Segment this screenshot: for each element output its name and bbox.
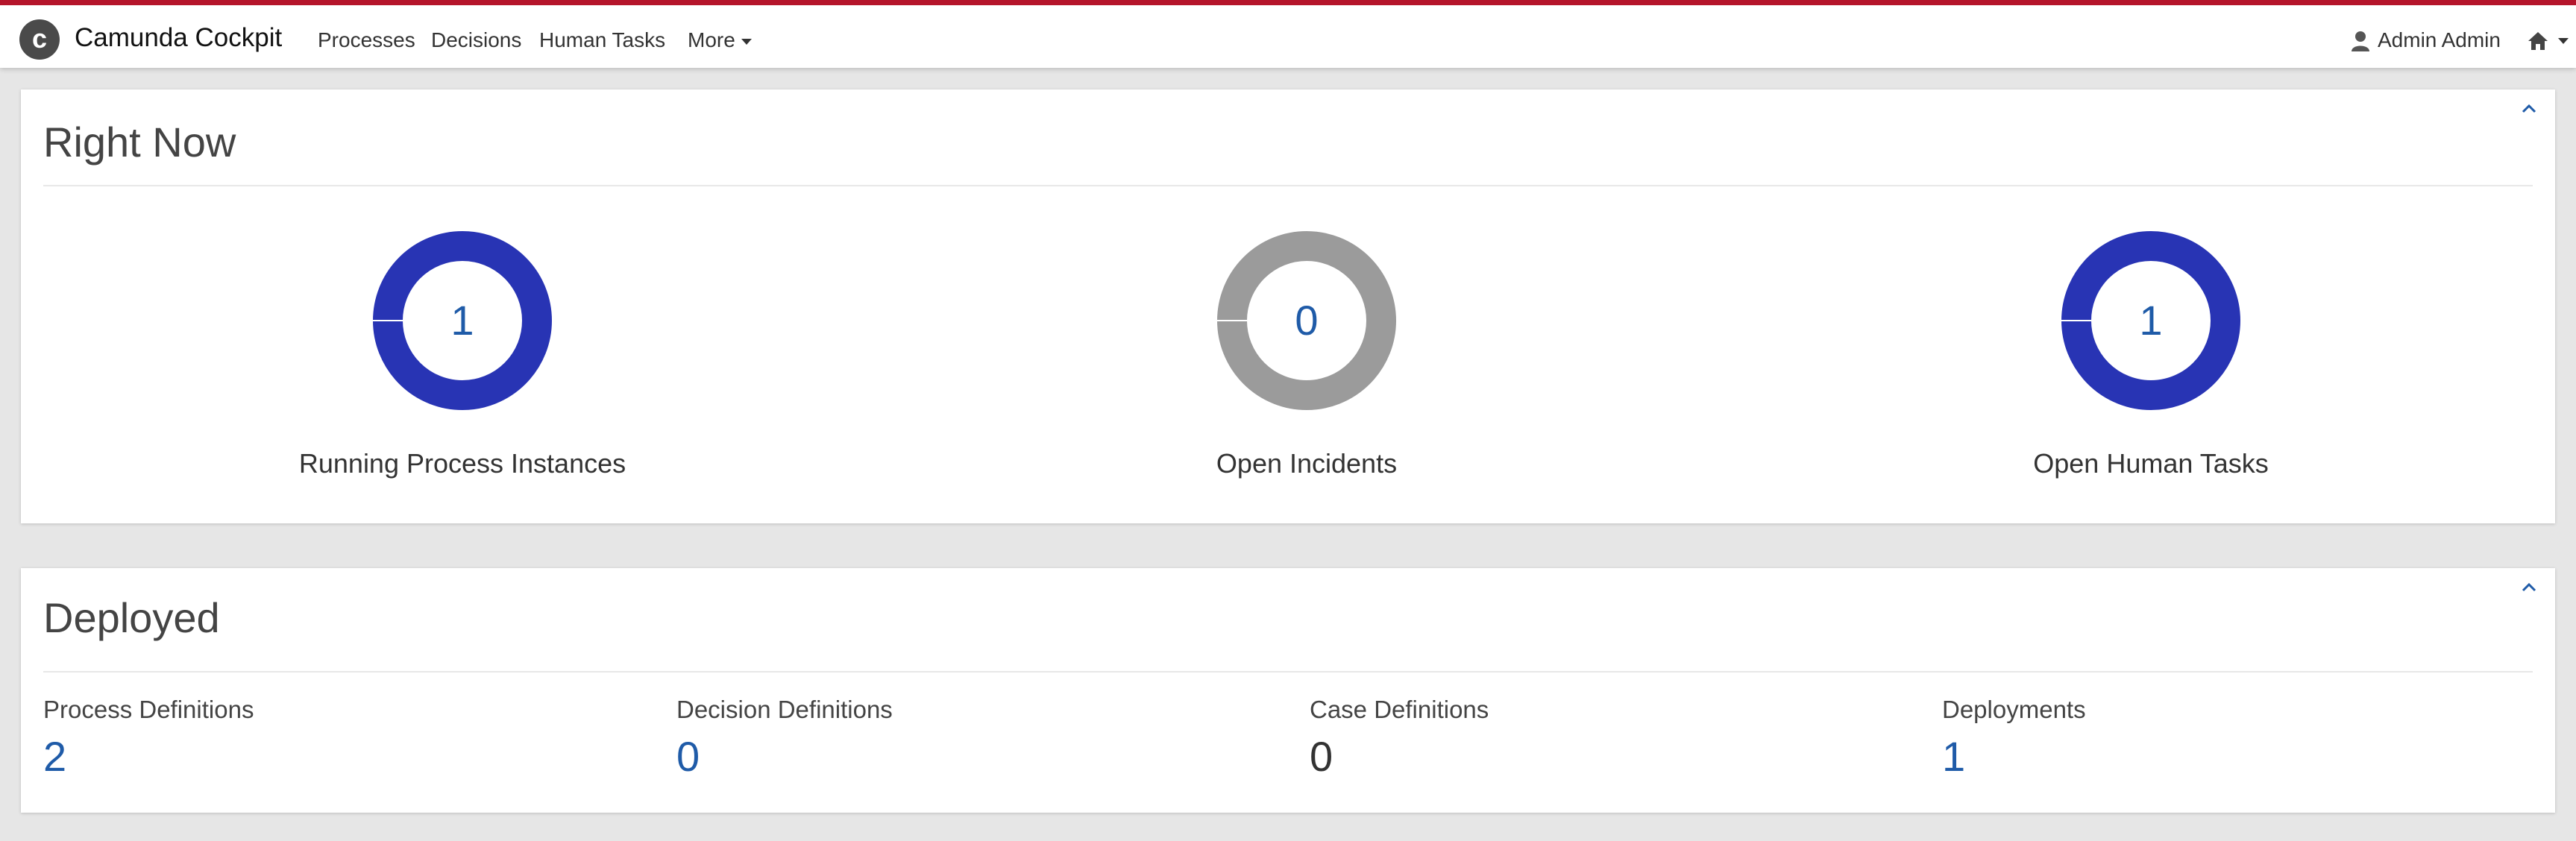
deployed-case-definitions: Case Definitions 0 bbox=[1310, 695, 1832, 781]
process-definitions-count[interactable]: 2 bbox=[43, 732, 565, 781]
open-incidents-count[interactable]: 0 bbox=[1217, 231, 1396, 410]
deployed-process-definitions[interactable]: Process Definitions 2 bbox=[43, 695, 565, 781]
chevron-down-icon[interactable] bbox=[2558, 38, 2569, 44]
deployed-panel: Deployed Process Definitions 2 Decision … bbox=[21, 568, 2555, 813]
deployments-count[interactable]: 1 bbox=[1942, 732, 2464, 781]
decision-definitions-label: Decision Definitions bbox=[676, 696, 893, 723]
nav-more-dropdown[interactable]: More bbox=[688, 28, 752, 53]
nav-decisions[interactable]: Decisions bbox=[431, 28, 521, 53]
app-title[interactable]: Camunda Cockpit bbox=[75, 22, 282, 54]
nav-more-label: More bbox=[688, 28, 735, 51]
stat-open-human-tasks[interactable]: 1 Open Human Tasks bbox=[1927, 231, 2375, 500]
divider bbox=[43, 671, 2533, 673]
running-instances-label[interactable]: Running Process Instances bbox=[239, 447, 686, 480]
deployed-deployments[interactable]: Deployments 1 bbox=[1942, 695, 2464, 781]
top-navbar: c Camunda Cockpit Processes Decisions Hu… bbox=[0, 0, 2576, 68]
camunda-logo-icon[interactable]: c bbox=[19, 19, 60, 60]
open-incidents-label[interactable]: Open Incidents bbox=[1083, 447, 1530, 480]
deployed-decision-definitions[interactable]: Decision Definitions 0 bbox=[676, 695, 1199, 781]
decision-definitions-count[interactable]: 0 bbox=[676, 732, 1199, 781]
divider bbox=[43, 185, 2533, 186]
case-definitions-count: 0 bbox=[1310, 733, 1333, 780]
open-human-tasks-count[interactable]: 1 bbox=[2061, 231, 2240, 410]
running-instances-count[interactable]: 1 bbox=[373, 231, 552, 410]
collapse-chevron-up-icon[interactable] bbox=[2518, 579, 2540, 596]
right-now-panel: Right Now 1 Running Process Instances 0 … bbox=[21, 89, 2555, 523]
right-now-title: Right Now bbox=[43, 119, 236, 166]
nav-processes[interactable]: Processes bbox=[318, 28, 415, 53]
stat-running-process-instances[interactable]: 1 Running Process Instances bbox=[239, 231, 686, 500]
user-menu[interactable]: Admin Admin bbox=[2378, 28, 2501, 53]
open-human-tasks-label[interactable]: Open Human Tasks bbox=[1927, 447, 2375, 480]
nav-human-tasks[interactable]: Human Tasks bbox=[539, 28, 665, 53]
user-icon[interactable] bbox=[2351, 31, 2370, 51]
process-definitions-label: Process Definitions bbox=[43, 696, 254, 723]
stat-open-incidents[interactable]: 0 Open Incidents bbox=[1083, 231, 1530, 500]
case-definitions-label: Case Definitions bbox=[1310, 696, 1489, 723]
home-icon[interactable] bbox=[2527, 31, 2549, 51]
deployments-label: Deployments bbox=[1942, 696, 2086, 723]
collapse-chevron-up-icon[interactable] bbox=[2518, 100, 2540, 118]
chevron-down-icon bbox=[741, 38, 752, 45]
deployed-title: Deployed bbox=[43, 594, 220, 641]
